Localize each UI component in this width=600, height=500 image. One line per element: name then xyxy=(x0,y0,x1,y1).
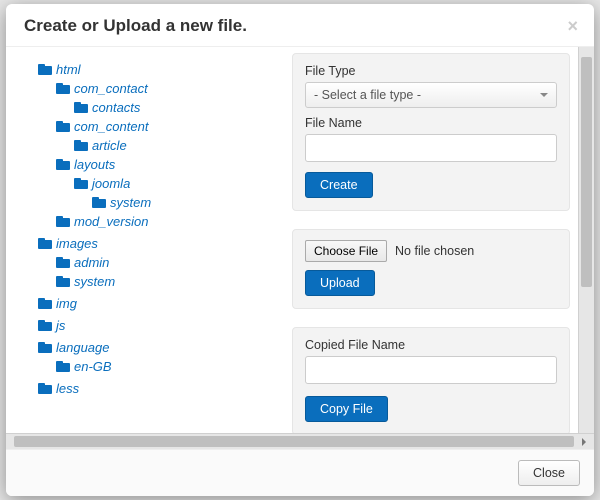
vertical-scrollbar-thumb[interactable] xyxy=(581,57,592,287)
tree-node-mod-version[interactable]: mod_version xyxy=(56,212,284,231)
copied-file-name-input[interactable] xyxy=(305,356,557,384)
folder-icon xyxy=(38,64,52,75)
tree-node-images-system[interactable]: system xyxy=(56,272,284,291)
tree-node-system[interactable]: system xyxy=(92,193,284,212)
folder-icon xyxy=(74,178,88,189)
folder-icon xyxy=(56,216,70,227)
copy-file-button[interactable]: Copy File xyxy=(305,396,388,422)
folder-icon xyxy=(92,197,106,208)
create-button[interactable]: Create xyxy=(305,172,373,198)
scroll-region: html com_contact contacts xyxy=(6,47,578,433)
folder-icon xyxy=(38,342,52,353)
tree-node-js[interactable]: js xyxy=(38,316,284,335)
upload-panel: Choose File No file chosen Upload xyxy=(292,229,570,309)
modal-title: Create or Upload a new file. xyxy=(24,16,247,36)
file-type-label: File Type xyxy=(305,64,557,78)
file-name-input[interactable] xyxy=(305,134,557,162)
horizontal-scrollbar[interactable] xyxy=(6,433,594,449)
tree-node-contacts[interactable]: contacts xyxy=(74,98,284,117)
folder-icon xyxy=(38,383,52,394)
tree-node-en-gb[interactable]: en-GB xyxy=(56,357,284,376)
file-chosen-status: No file chosen xyxy=(395,244,474,258)
copied-file-name-label: Copied File Name xyxy=(305,338,557,352)
tree-node-admin[interactable]: admin xyxy=(56,253,284,272)
horizontal-scrollbar-thumb[interactable] xyxy=(14,436,574,447)
file-name-label: File Name xyxy=(305,116,557,130)
tree-node-language[interactable]: language en-GB xyxy=(38,338,284,376)
folder-icon xyxy=(38,298,52,309)
choose-file-button[interactable]: Choose File xyxy=(305,240,387,262)
folder-icon xyxy=(56,276,70,287)
upload-button[interactable]: Upload xyxy=(305,270,375,296)
folder-icon xyxy=(38,320,52,331)
folder-icon xyxy=(74,140,88,151)
modal-header: Create or Upload a new file. × xyxy=(6,4,594,47)
folder-tree: html com_contact contacts xyxy=(6,47,288,433)
folder-icon xyxy=(38,238,52,249)
scroll-right-icon xyxy=(582,438,590,446)
file-type-selected: - Select a file type - xyxy=(314,88,421,102)
create-panel: File Type - Select a file type - File Na… xyxy=(292,53,570,211)
tree-node-layouts[interactable]: layouts joomla system xyxy=(56,155,284,212)
folder-icon xyxy=(56,159,70,170)
modal-dialog: Create or Upload a new file. × html com_… xyxy=(6,4,594,496)
tree-node-article[interactable]: article xyxy=(74,136,284,155)
vertical-scrollbar[interactable] xyxy=(578,47,594,433)
close-button[interactable]: Close xyxy=(518,460,580,486)
tree-node-html[interactable]: html com_contact contacts xyxy=(38,60,284,231)
tree-node-img[interactable]: img xyxy=(38,294,284,313)
folder-icon xyxy=(56,361,70,372)
tree-node-com-content[interactable]: com_content article xyxy=(56,117,284,155)
tree-node-joomla[interactable]: joomla system xyxy=(74,174,284,212)
folder-icon xyxy=(56,257,70,268)
modal-body: html com_contact contacts xyxy=(6,47,594,433)
close-icon[interactable]: × xyxy=(567,17,578,35)
tree-node-images[interactable]: images admin system xyxy=(38,234,284,291)
folder-icon xyxy=(56,121,70,132)
folder-icon xyxy=(74,102,88,113)
tree-node-less[interactable]: less xyxy=(38,379,284,398)
file-type-select[interactable]: - Select a file type - xyxy=(305,82,557,108)
folder-icon xyxy=(56,83,70,94)
right-pane: File Type - Select a file type - File Na… xyxy=(288,47,578,433)
modal-footer: Close xyxy=(6,449,594,496)
tree-node-com-contact[interactable]: com_contact contacts xyxy=(56,79,284,117)
copy-panel: Copied File Name Copy File xyxy=(292,327,570,433)
